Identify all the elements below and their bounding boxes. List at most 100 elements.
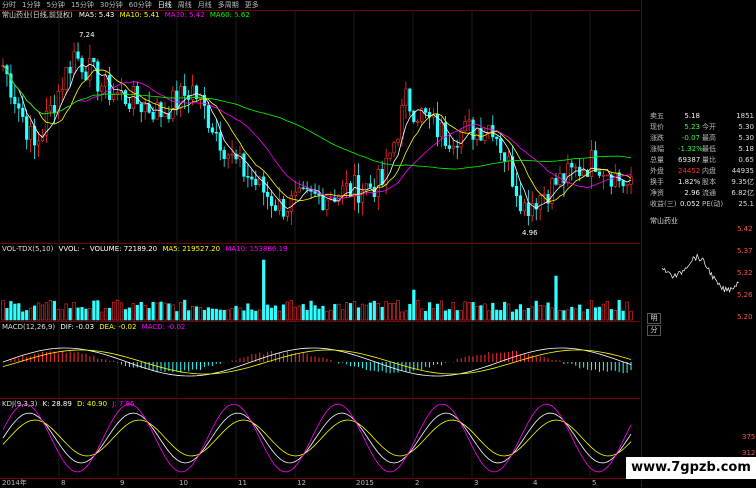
volume-bar — [376, 303, 380, 321]
intraday-price-line — [662, 253, 739, 294]
volume-bar — [554, 275, 558, 321]
volume-bar — [139, 301, 143, 321]
volume-bar — [64, 303, 68, 321]
candle-body — [266, 191, 270, 197]
quote-v: 69387 — [678, 156, 701, 164]
candle-body — [76, 51, 80, 59]
volume-bar — [582, 311, 586, 321]
volume-bar — [147, 308, 151, 321]
volume-bar — [40, 304, 45, 321]
vol-ma10-label: MA10: 153866.19 — [225, 245, 288, 253]
vvol-label: VVOL: - — [58, 245, 85, 253]
candle-body — [416, 121, 420, 123]
volume-bar — [510, 311, 515, 321]
kdj-indicator-name: KDJ(9,3,3) — [2, 400, 38, 408]
candle-body — [514, 185, 519, 197]
candle-body — [108, 75, 112, 100]
volume-bar — [171, 304, 175, 321]
candle-body — [483, 132, 487, 141]
quote-k2: 流通 — [702, 189, 716, 197]
intraday-vol-label: 3751 — [742, 433, 756, 441]
volume-bar — [80, 307, 84, 321]
volume-bar — [135, 304, 139, 321]
volume-bar — [226, 309, 230, 321]
candle-body — [400, 105, 404, 140]
candle-body — [21, 107, 25, 117]
candle-body — [348, 183, 353, 197]
volume-bar — [72, 302, 76, 321]
candle-body — [321, 194, 325, 210]
volume-bar — [96, 300, 100, 321]
volume-bar — [262, 259, 266, 321]
volume-bar — [392, 303, 396, 321]
quote-k2: PE(动) — [702, 200, 724, 208]
volume-bar — [301, 304, 305, 321]
candle-body — [159, 102, 163, 118]
candle-body — [396, 138, 400, 143]
candle-body — [127, 103, 132, 109]
quote-v2: 25.1 — [738, 200, 754, 208]
quote-k2: 内盘 — [702, 167, 716, 175]
volume-bar — [9, 301, 13, 321]
candle-body — [526, 202, 530, 216]
candle-body — [368, 183, 372, 188]
tab-minute[interactable]: 分 — [647, 325, 661, 336]
volume-bar — [218, 309, 222, 321]
quote-k2: 量比 — [702, 156, 716, 164]
candle-body — [25, 116, 29, 140]
intraday-chart[interactable] — [662, 226, 742, 396]
volume-bar — [60, 309, 64, 321]
volume-label: VOLUME: 72189.20 — [89, 245, 158, 253]
tab-detail[interactable]: 明 — [647, 313, 661, 324]
candle-body — [550, 178, 554, 204]
volume-bar — [108, 307, 112, 321]
volume-bar — [285, 301, 290, 321]
volume-bar — [625, 301, 629, 321]
volume-bar — [44, 302, 49, 321]
candle-body — [352, 175, 357, 197]
volume-bar — [32, 305, 37, 321]
volume-bar — [427, 302, 432, 321]
volume-bar — [542, 305, 546, 321]
volume-bar — [388, 302, 392, 321]
volume-bar — [534, 300, 538, 321]
high-annotation: 7.24 — [79, 31, 95, 39]
candle-body — [183, 86, 187, 96]
volume-bar — [518, 304, 523, 321]
volume-bar — [491, 302, 495, 321]
volume-bar — [206, 307, 211, 321]
volume-bar — [483, 303, 487, 321]
candle-body — [297, 187, 301, 193]
candle-body — [451, 145, 455, 149]
volume-bar — [566, 309, 570, 321]
volume-bar — [352, 301, 357, 321]
volume-bar — [277, 310, 282, 321]
candle-body — [175, 90, 179, 109]
candle-body — [424, 108, 428, 113]
chart-canvas[interactable] — [0, 0, 640, 487]
k-line — [2, 412, 632, 464]
candle-body — [100, 85, 104, 92]
volume-bar — [499, 310, 503, 321]
quote-v: 0.052 — [679, 200, 700, 208]
volume-bar — [88, 307, 92, 321]
quote-v2: 44935 — [731, 167, 754, 175]
candle-body — [210, 127, 214, 133]
volume-bar — [337, 303, 341, 321]
volume-bar — [562, 310, 566, 321]
volume-bar — [131, 303, 135, 321]
quote-v2: 1851 — [736, 112, 754, 120]
volume-bar — [25, 310, 29, 321]
volume-bar — [1, 300, 5, 321]
volume-bar — [471, 302, 475, 321]
quote-v2: 5.30 — [738, 123, 754, 131]
quote-row: 卖五 5.18 1851 — [650, 112, 754, 121]
quote-k: 净资 — [650, 189, 664, 197]
candle-body — [455, 145, 459, 148]
candle-body — [139, 103, 143, 113]
vol-legend: VOL-TDX(5,10) VVOL: - VOLUME: 72189.20 M… — [2, 245, 288, 254]
volume-bar — [5, 308, 9, 321]
volume-bar — [487, 310, 491, 321]
candle-body — [613, 172, 617, 187]
candle-body — [151, 111, 155, 120]
